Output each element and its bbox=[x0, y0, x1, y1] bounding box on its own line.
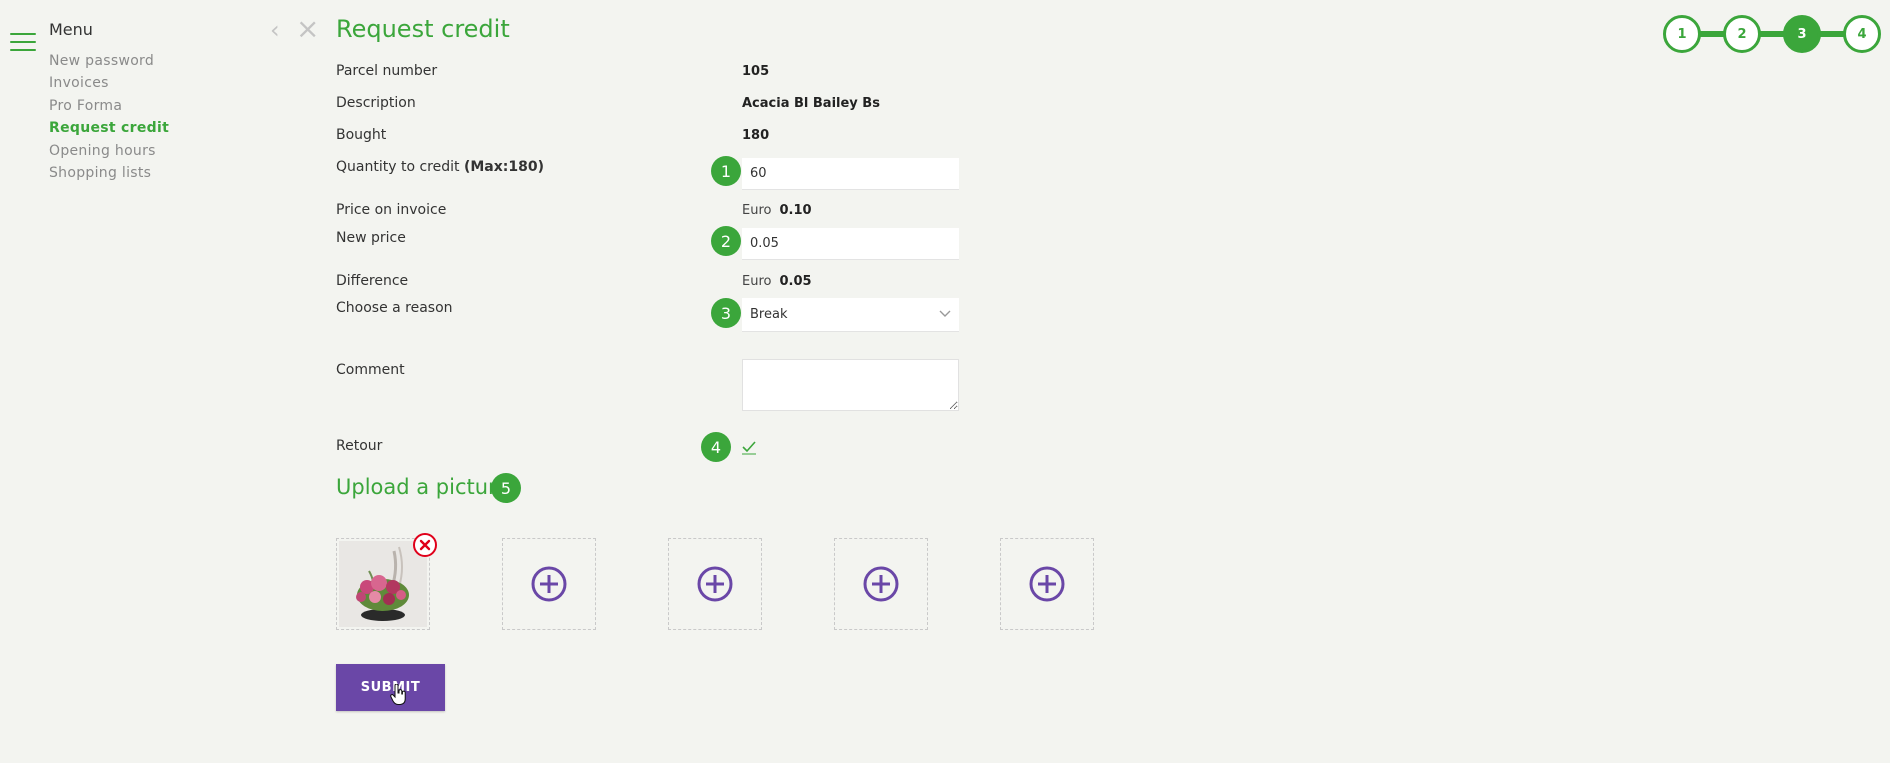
upload-slot-2[interactable] bbox=[502, 538, 596, 630]
price-on-invoice-value: Euro 0.10 bbox=[742, 203, 812, 218]
step-2[interactable]: 2 bbox=[1723, 15, 1761, 53]
retour-label: Retour bbox=[336, 438, 383, 454]
sidebar-item-request-credit[interactable]: Request credit bbox=[49, 117, 169, 139]
quantity-badge: 1 bbox=[711, 156, 741, 186]
quantity-label: Quantity to credit (Max:180) bbox=[336, 159, 544, 175]
chevron-down-icon bbox=[939, 307, 951, 322]
description-value: Acacia Bl Bailey Bs bbox=[742, 96, 880, 111]
back-chevron-icon[interactable]: ‹ bbox=[270, 18, 280, 42]
close-icon[interactable]: × bbox=[296, 15, 319, 43]
new-price-label: New price bbox=[336, 230, 406, 246]
quantity-input[interactable] bbox=[742, 158, 959, 190]
sidebar-menu: New password Invoices Pro Forma Request … bbox=[49, 50, 169, 184]
sidebar-item-shopping-lists[interactable]: Shopping lists bbox=[49, 162, 169, 184]
retour-badge: 4 bbox=[701, 432, 731, 462]
price-amount: 0.10 bbox=[779, 203, 812, 218]
page-title: Request credit bbox=[336, 15, 510, 43]
add-photo-icon bbox=[531, 566, 567, 602]
upload-slot-3[interactable] bbox=[668, 538, 762, 630]
difference-label: Difference bbox=[336, 273, 409, 289]
parcel-number-value: 105 bbox=[742, 64, 770, 79]
add-photo-icon bbox=[697, 566, 733, 602]
remove-photo-icon[interactable] bbox=[412, 532, 438, 558]
difference-value: Euro 0.05 bbox=[742, 274, 812, 289]
hamburger-menu-icon[interactable] bbox=[10, 33, 36, 53]
upload-section-title: Upload a picture bbox=[336, 475, 510, 499]
bought-label: Bought bbox=[336, 127, 387, 143]
quantity-max-label: (Max:180) bbox=[463, 159, 544, 175]
sidebar-item-new-password[interactable]: New password bbox=[49, 50, 169, 72]
sidebar-item-pro-forma[interactable]: Pro Forma bbox=[49, 95, 169, 117]
submit-button[interactable]: SUBMIT bbox=[336, 664, 445, 711]
retour-checkbox[interactable] bbox=[740, 438, 758, 456]
reason-label: Choose a reason bbox=[336, 300, 453, 316]
comment-textarea[interactable] bbox=[742, 359, 959, 411]
parcel-number-label: Parcel number bbox=[336, 63, 438, 79]
step-1[interactable]: 1 bbox=[1663, 15, 1701, 53]
reason-badge: 3 bbox=[711, 298, 741, 328]
difference-currency: Euro bbox=[742, 274, 772, 289]
add-photo-icon bbox=[863, 566, 899, 602]
upload-badge: 5 bbox=[491, 473, 521, 503]
add-photo-icon bbox=[1029, 566, 1065, 602]
price-currency: Euro bbox=[742, 203, 772, 218]
description-label: Description bbox=[336, 95, 416, 111]
difference-amount: 0.05 bbox=[779, 274, 812, 289]
sidebar-item-opening-hours[interactable]: Opening hours bbox=[49, 140, 169, 162]
upload-slot-4[interactable] bbox=[834, 538, 928, 630]
step-3[interactable]: 3 bbox=[1783, 15, 1821, 53]
new-price-badge: 2 bbox=[711, 226, 741, 256]
sidebar-item-invoices[interactable]: Invoices bbox=[49, 72, 169, 94]
price-on-invoice-label: Price on invoice bbox=[336, 202, 447, 218]
progress-stepper: 1 2 3 4 bbox=[1663, 15, 1881, 53]
stepper-line bbox=[1681, 31, 1861, 37]
upload-slot-5[interactable] bbox=[1000, 538, 1094, 630]
step-4[interactable]: 4 bbox=[1843, 15, 1881, 53]
menu-title: Menu bbox=[49, 20, 93, 39]
comment-label: Comment bbox=[336, 362, 405, 378]
bought-value: 180 bbox=[742, 128, 770, 143]
new-price-input[interactable] bbox=[742, 228, 959, 260]
quantity-label-text: Quantity to credit bbox=[336, 159, 460, 175]
reason-selected-value: Break bbox=[750, 307, 788, 322]
checkmark-icon bbox=[742, 441, 756, 455]
reason-select[interactable]: Break bbox=[742, 298, 959, 332]
